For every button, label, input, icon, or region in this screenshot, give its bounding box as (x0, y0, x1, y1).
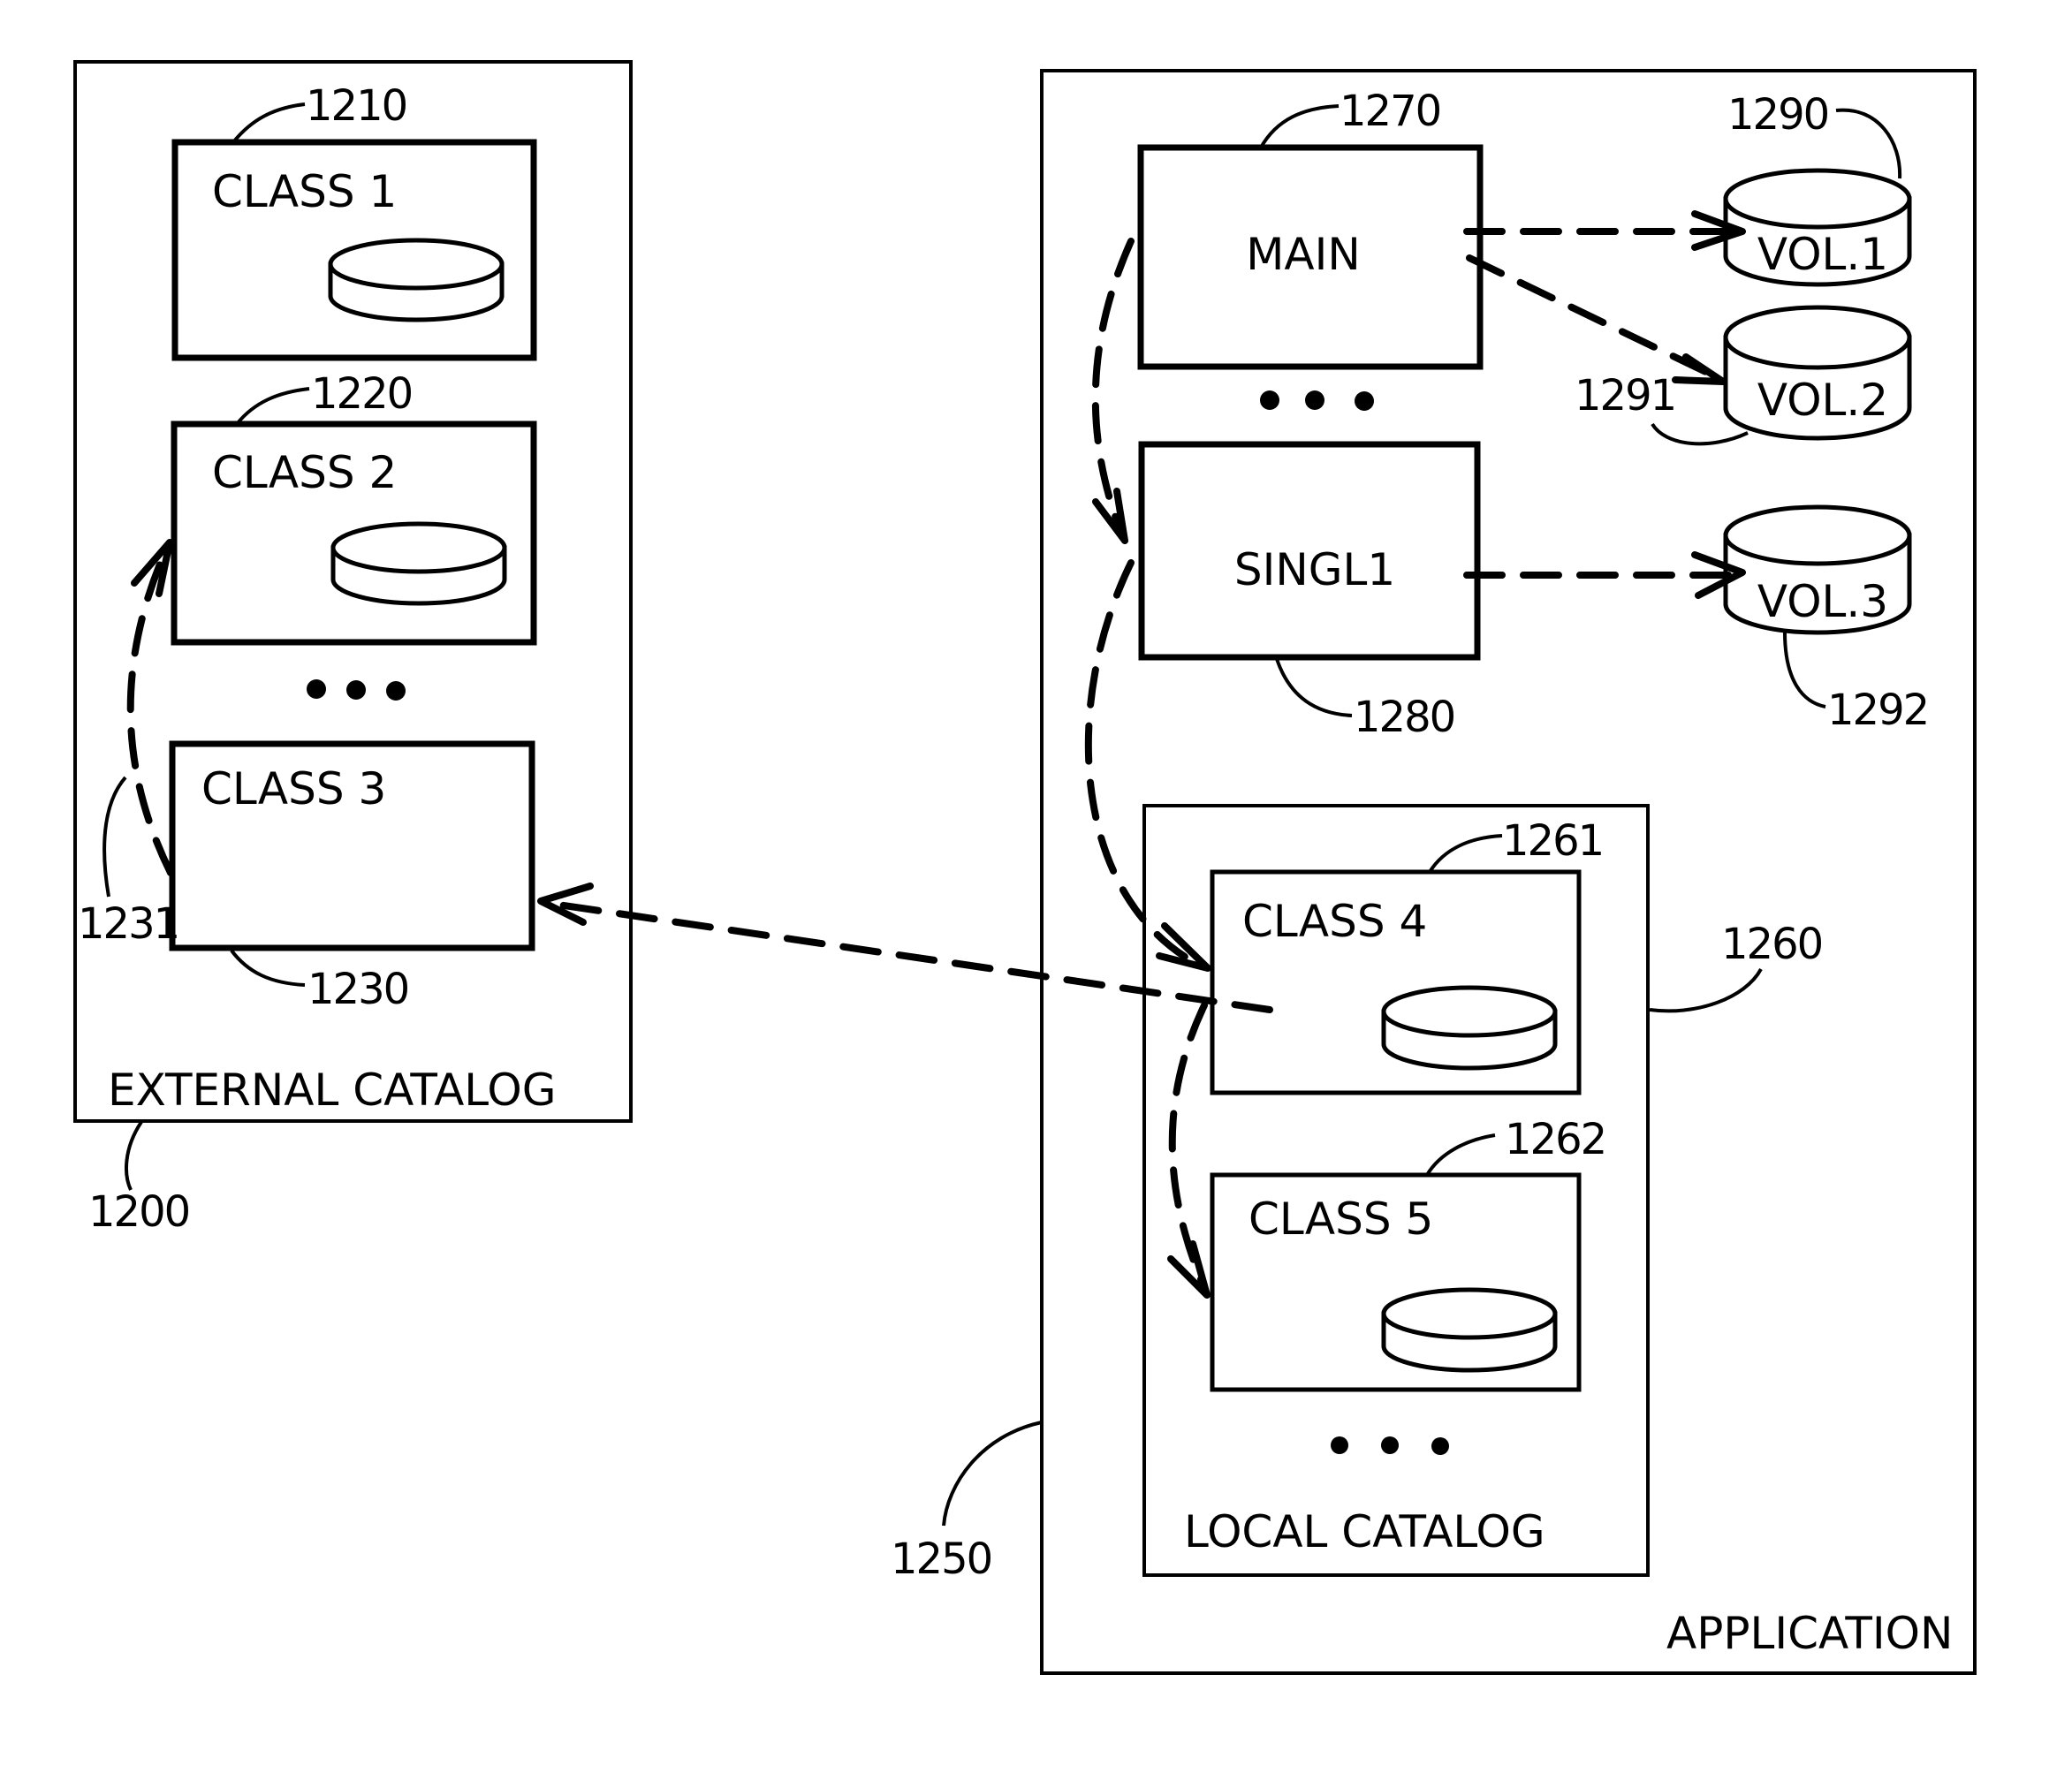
external-catalog-label: EXTERNAL CATALOG (108, 1065, 556, 1116)
vol-1-label: VOL.1 (1757, 229, 1888, 280)
class-4-label: CLASS 4 (1242, 896, 1427, 947)
ref-1290: 1290 (1727, 90, 1828, 140)
ref-1292: 1292 (1827, 686, 1928, 735)
ref-1280: 1280 (1354, 693, 1454, 742)
ellipsis-dot (1381, 1436, 1399, 1454)
ref-1250: 1250 (891, 1534, 991, 1584)
ref-1230: 1230 (307, 965, 408, 1014)
class-2-disk-icon (330, 521, 507, 606)
class-1-label: CLASS 1 (212, 166, 397, 217)
ref-1220: 1220 (311, 369, 412, 419)
ref-1210: 1210 (306, 81, 406, 131)
class-5-label: CLASS 5 (1249, 1193, 1433, 1245)
ellipsis-dot (1305, 390, 1324, 410)
class-5-disk-icon (1381, 1287, 1558, 1373)
patent-figure: EXTERNAL CATALOG 1200 CLASS 1 1210 CLASS… (0, 0, 2072, 1773)
application-label: APPLICATION (1666, 1608, 1953, 1659)
ref-1291: 1291 (1575, 371, 1675, 421)
class-4-disk-icon (1381, 985, 1558, 1071)
ref-1260: 1260 (1721, 920, 1822, 969)
ellipsis-dot (1260, 390, 1279, 410)
local-catalog-label: LOCAL CATALOG (1184, 1506, 1545, 1557)
singl1-label: SINGL1 (1234, 544, 1395, 595)
ellipsis-dot (1331, 1436, 1348, 1454)
class-3-label: CLASS 3 (201, 763, 386, 815)
ref-1262: 1262 (1505, 1115, 1605, 1164)
main-label: MAIN (1246, 229, 1361, 280)
ref-1200: 1200 (88, 1187, 189, 1237)
vol-3-label: VOL.3 (1757, 576, 1888, 627)
ellipsis-dot (386, 681, 406, 701)
class-1-disk-icon (328, 238, 505, 322)
ellipsis-dot (1355, 391, 1374, 411)
ellipsis-dot (1431, 1437, 1449, 1455)
vol-2-label: VOL.2 (1757, 375, 1888, 426)
ellipsis-dot (346, 680, 366, 700)
class-2-label: CLASS 2 (212, 447, 397, 498)
ref-1270: 1270 (1340, 87, 1440, 136)
ellipsis-dot (307, 679, 326, 699)
ref-1231: 1231 (78, 899, 178, 949)
ref-1261: 1261 (1502, 816, 1603, 866)
